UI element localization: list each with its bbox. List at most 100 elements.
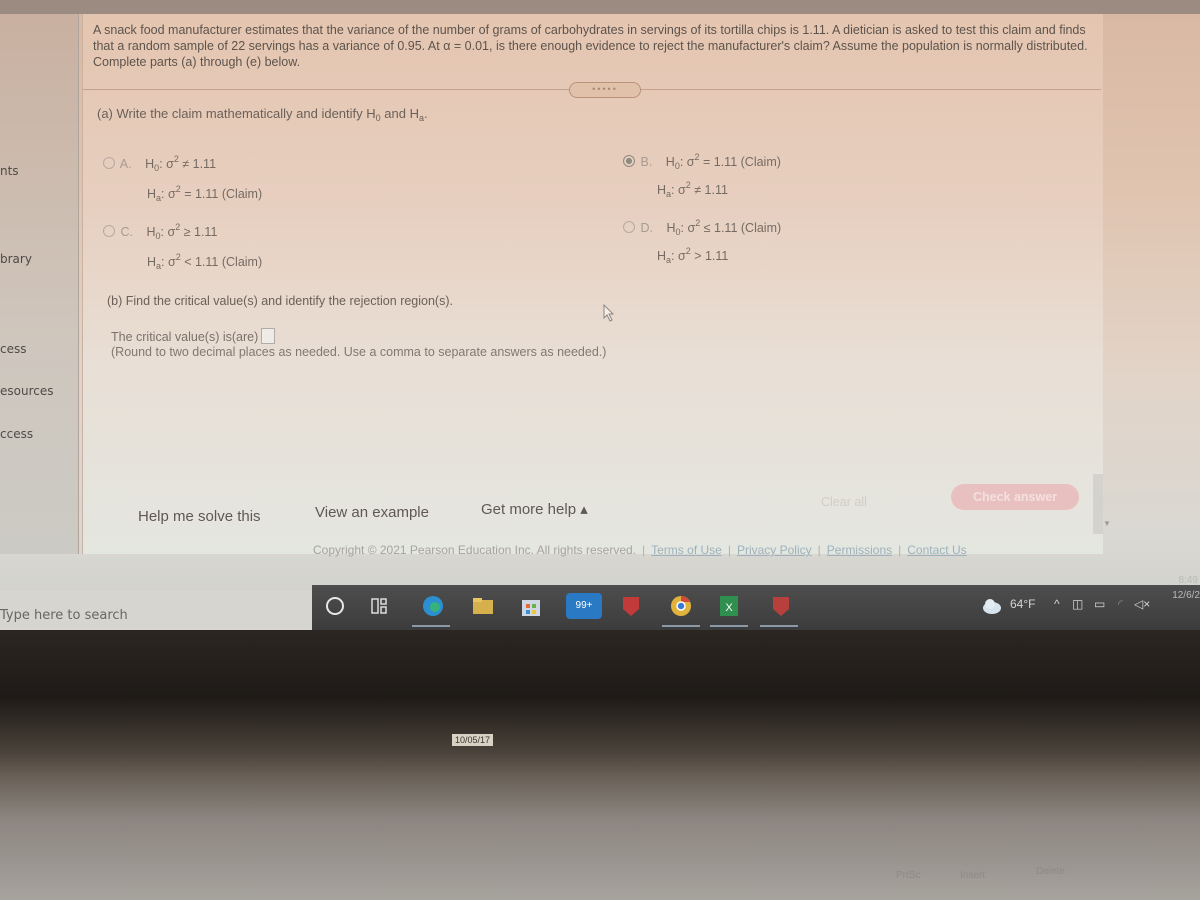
mail-icon[interactable]: 99+ [566,593,602,619]
store-icon[interactable] [518,593,544,619]
sigma: : σ [161,255,176,269]
option-d-ha: > 1.11 [690,249,729,263]
wifi-icon[interactable]: ◜ [1118,597,1123,611]
meet-now-icon[interactable]: ◫ [1072,597,1083,611]
ha-label: H [657,183,667,197]
option-c-letter: C. [120,225,133,239]
expand-more-button[interactable]: ••••• [569,82,641,98]
question-panel: A snack food manufacturer estimates that… [82,14,1111,557]
clock-date[interactable]: 12/6/2 [1172,590,1200,601]
ha-label: H [147,255,157,269]
ha-label: H [657,249,667,263]
footer-separator: | [817,543,821,557]
contact-us-link[interactable]: Contact Us [907,543,966,557]
mcafee-active-indicator [760,625,798,627]
battery-icon[interactable]: ▭ [1094,597,1105,611]
h0-label: H [665,155,675,169]
weather-temp[interactable]: 64°F [1010,597,1035,611]
radio-option-d[interactable] [623,221,635,233]
critical-value-input[interactable] [261,328,276,344]
radio-option-c[interactable] [103,225,115,237]
chrome-active-indicator [662,625,700,627]
h0-label: H [145,157,155,171]
svg-text:X: X [725,602,733,614]
edge-browser-icon[interactable] [420,593,446,619]
chevron-up-icon[interactable]: ^ [1054,597,1060,611]
option-a-h0: ≠ 1.11 [178,157,217,171]
chrome-icon[interactable] [668,593,694,619]
rounding-note: (Round to two decimal places as needed. … [111,345,607,359]
laptop-bezel: 10/05/17 PrtSc Insert Delete [0,630,1200,900]
sidebar-item-resources[interactable]: esources [0,384,53,398]
h0-label: H [666,221,676,235]
privacy-policy-link[interactable]: Privacy Policy [737,543,812,557]
mail-badge: 99+ [575,600,593,611]
cortana-icon[interactable] [322,593,348,619]
part-a-prompt-mid: and H [380,106,419,121]
view-example-link[interactable]: View an example [315,504,429,521]
check-answer-button[interactable]: Check answer [951,484,1079,510]
sigma: : σ [671,183,686,197]
sidebar-item-access-2[interactable]: ccess [0,427,33,441]
part-b-prompt: (b) Find the critical value(s) and ident… [107,294,453,308]
radio-option-a[interactable] [103,157,115,169]
taskbar-search-placeholder: Type here to search [0,608,128,623]
weather-cloud-icon[interactable] [980,593,1004,619]
option-c-h0: ≥ 1.11 [180,225,218,239]
sidebar-item-library[interactable]: brary [0,252,32,266]
critical-value-row: The critical value(s) is(are) [111,328,276,344]
option-d-h0: ≤ 1.11 (Claim) [700,221,782,235]
excel-active-indicator [710,625,748,627]
bezel-sticker: 10/05/17 [452,734,494,746]
browser-top-bar [0,0,1200,14]
volume-muted-icon[interactable]: ◁× [1134,597,1150,611]
scrollbar[interactable] [1093,474,1103,534]
taskbar: 99+ X 64°F ^ ◫ ▭ ◜ ◁× 8:49 12/6/2 [312,575,1200,630]
part-a-prompt: (a) Write the claim mathematically and i… [97,106,428,123]
option-b-ha: ≠ 1.11 [690,183,728,197]
sigma: : σ [680,221,696,235]
problem-statement: A snack food manufacturer estimates that… [93,23,1088,69]
option-c-ha: < 1.11 (Claim) [180,255,263,269]
get-more-help-link[interactable]: Get more help ▴ [481,500,588,518]
key-insert: Insert [960,870,986,881]
permissions-link[interactable]: Permissions [827,543,892,557]
radio-option-b[interactable] [623,155,635,167]
footer-separator: | [727,543,731,557]
ha-label: H [147,187,157,201]
sidebar-item-access[interactable]: cess [0,342,26,356]
clock-time[interactable]: 8:49 [1179,575,1198,586]
sidebar-item-assignments[interactable]: nts [0,164,19,178]
key-prtsc: PrtSc [896,870,921,881]
footer-separator: | [642,543,646,557]
h0-label: H [146,225,156,239]
option-a-letter: A. [119,157,132,171]
screen: nts brary cess esources ccess A snack fo… [0,0,1200,630]
footer-separator: | [898,543,902,557]
sigma: : σ [671,249,686,263]
sigma: : σ [159,157,174,171]
footer: Copyright © 2021 Pearson Education Inc. … [313,543,967,557]
mouse-cursor-icon [603,304,615,322]
course-sidebar: nts brary cess esources ccess [0,14,79,554]
key-delete: Delete [1036,866,1065,877]
mcafee-icon-2[interactable] [768,593,794,619]
task-view-icon[interactable] [366,593,392,619]
excel-icon[interactable]: X [716,593,742,619]
critical-value-label: The critical value(s) is(are) [111,330,259,344]
clear-all-button[interactable]: Clear all [821,495,867,509]
help-me-solve-link[interactable]: Help me solve this [138,508,261,525]
option-d-letter: D. [640,221,653,235]
mcafee-icon[interactable] [618,593,644,619]
part-a-prompt-end: . [423,106,428,121]
option-b-h0: = 1.11 (Claim) [699,155,781,169]
sigma: : σ [160,225,176,239]
sigma: : σ [161,187,176,201]
edge-active-indicator [412,625,450,627]
option-b-letter: B. [640,155,653,169]
copyright-text: Copyright © 2021 Pearson Education Inc. … [313,543,637,557]
file-explorer-icon[interactable] [470,593,496,619]
terms-of-use-link[interactable]: Terms of Use [651,543,722,557]
option-a-ha: = 1.11 (Claim) [180,187,263,201]
scroll-down-arrow-icon[interactable]: ▼ [1103,519,1111,528]
